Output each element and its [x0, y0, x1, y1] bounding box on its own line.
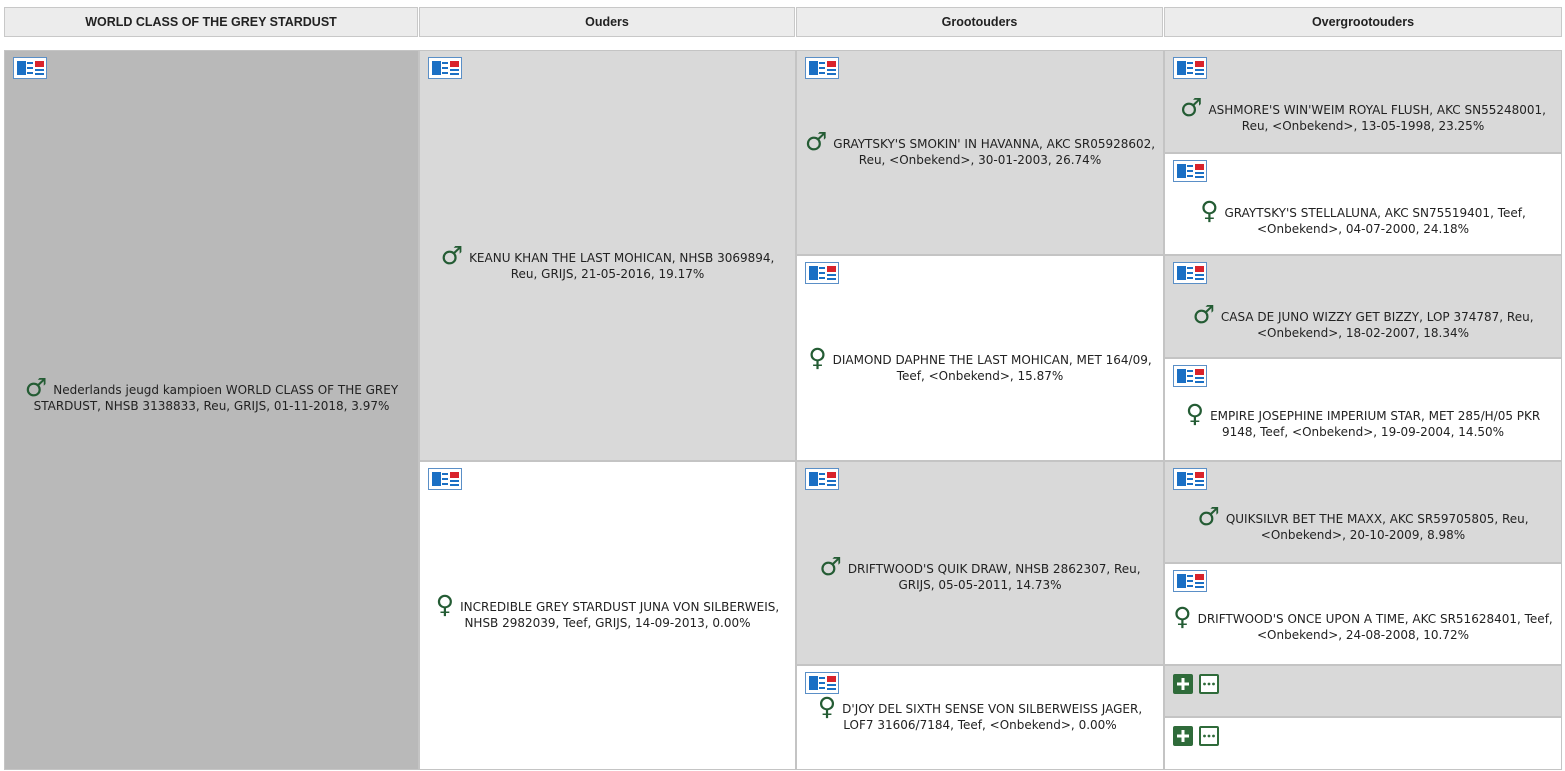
add-controls — [1173, 674, 1219, 694]
subject-cell: ♂ Nederlands jeugd kampioen WORLD CLASS O… — [4, 50, 419, 770]
great-grandparent-cell: ♂ QUIKSILVR BET THE MAXX, AKC SR59705805,… — [1164, 461, 1562, 563]
pedigree-card-icon[interactable] — [13, 57, 47, 79]
male-icon: ♂ — [819, 552, 842, 581]
header-parents: Ouders — [419, 7, 795, 37]
subject-info[interactable]: ♂ Nederlands jeugd kampioen WORLD CLASS O… — [11, 375, 412, 414]
header-grandparents: Grootouders — [796, 7, 1163, 37]
female-icon: ♀ — [808, 343, 827, 372]
add-button[interactable] — [1173, 674, 1193, 694]
more-button[interactable] — [1199, 674, 1219, 694]
male-icon: ♂ — [804, 127, 828, 156]
great-grandparent-empty-cell — [1164, 717, 1562, 770]
great-grandparent-info[interactable]: ♀ DRIFTWOOD'S ONCE UPON A TIME, AKC SR516… — [1171, 604, 1555, 643]
more-icon — [1203, 682, 1215, 686]
plus-icon — [1177, 730, 1189, 742]
male-icon: ♂ — [1180, 93, 1203, 122]
grandparent-cell: ♀ DIAMOND DAPHNE THE LAST MOHICAN, MET 16… — [796, 255, 1164, 461]
pedigree-card-icon[interactable] — [428, 468, 462, 490]
grandparent-info[interactable]: ♀ D'JOY DEL SIXTH SENSE VON SILBERWEISS J… — [803, 694, 1157, 733]
grandparent-cell: ♀ D'JOY DEL SIXTH SENSE VON SILBERWEISS J… — [796, 665, 1164, 770]
pedigree-card-icon[interactable] — [805, 672, 839, 694]
parent-info[interactable]: ♂ KEANU KHAN THE LAST MOHICAN, NHSB 30698… — [426, 243, 789, 282]
female-icon: ♀ — [1173, 602, 1192, 631]
more-icon — [1203, 734, 1215, 738]
great-grandparent-cell: ♀ DRIFTWOOD'S ONCE UPON A TIME, AKC SR516… — [1164, 563, 1562, 665]
parent-info[interactable]: ♀ INCREDIBLE GREY STARDUST JUNA VON SILBE… — [426, 592, 789, 631]
male-icon: ♂ — [1192, 300, 1215, 329]
male-icon: ♂ — [24, 373, 48, 402]
add-controls — [1173, 726, 1219, 746]
great-grandparent-cell: ♂ ASHMORE'S WIN'WEIM ROYAL FLUSH, AKC SN5… — [1164, 50, 1562, 153]
great-grandparent-info[interactable]: ♂ QUIKSILVR BET THE MAXX, AKC SR59705805,… — [1171, 504, 1555, 543]
great-grandparent-info[interactable]: ♀ EMPIRE JOSEPHINE IMPERIUM STAR, MET 285… — [1171, 401, 1555, 440]
add-button[interactable] — [1173, 726, 1193, 746]
male-icon: ♂ — [1197, 502, 1220, 531]
header-subject: WORLD CLASS OF THE GREY STARDUST — [4, 7, 418, 37]
female-icon: ♀ — [817, 692, 837, 721]
great-grandparent-cell: ♀ GRAYTSKY'S STELLALUNA, AKC SN75519401, … — [1164, 153, 1562, 255]
pedigree-card-icon[interactable] — [805, 262, 839, 284]
great-grandparent-info[interactable]: ♂ CASA DE JUNO WIZZY GET BIZZY, LOP 37478… — [1171, 302, 1555, 341]
grandparent-info[interactable]: ♂ DRIFTWOOD'S QUIK DRAW, NHSB 2862307, Re… — [803, 554, 1157, 593]
plus-icon — [1177, 678, 1189, 690]
parent-cell-sire: ♂ KEANU KHAN THE LAST MOHICAN, NHSB 30698… — [419, 50, 796, 461]
pedigree-card-icon[interactable] — [1173, 262, 1207, 284]
pedigree-card-icon[interactable] — [1173, 365, 1207, 387]
pedigree-card-icon[interactable] — [1173, 570, 1207, 592]
pedigree-card-icon[interactable] — [428, 57, 462, 79]
pedigree-card-icon[interactable] — [805, 57, 839, 79]
grandparent-info[interactable]: ♀ DIAMOND DAPHNE THE LAST MOHICAN, MET 16… — [803, 345, 1157, 384]
great-grandparent-empty-cell — [1164, 665, 1562, 717]
male-icon: ♂ — [440, 241, 464, 270]
female-icon: ♀ — [1185, 399, 1205, 428]
grandparent-cell: ♂ GRAYTSKY'S SMOKIN' IN HAVANNA, AKC SR05… — [796, 50, 1164, 255]
grandparent-cell: ♂ DRIFTWOOD'S QUIK DRAW, NHSB 2862307, Re… — [796, 461, 1164, 665]
great-grandparent-info[interactable]: ♀ GRAYTSKY'S STELLALUNA, AKC SN75519401, … — [1171, 198, 1555, 237]
pedigree-card-icon[interactable] — [1173, 57, 1207, 79]
great-grandparent-cell: ♂ CASA DE JUNO WIZZY GET BIZZY, LOP 37478… — [1164, 255, 1562, 358]
female-icon: ♀ — [1200, 196, 1219, 225]
parent-cell-dam: ♀ INCREDIBLE GREY STARDUST JUNA VON SILBE… — [419, 461, 796, 770]
female-icon: ♀ — [435, 590, 455, 619]
grandparent-info[interactable]: ♂ GRAYTSKY'S SMOKIN' IN HAVANNA, AKC SR05… — [803, 129, 1157, 168]
great-grandparent-cell: ♀ EMPIRE JOSEPHINE IMPERIUM STAR, MET 285… — [1164, 358, 1562, 461]
great-grandparent-info[interactable]: ♂ ASHMORE'S WIN'WEIM ROYAL FLUSH, AKC SN5… — [1171, 95, 1555, 134]
header-great-grandparents: Overgrootouders — [1164, 7, 1562, 37]
pedigree-card-icon[interactable] — [1173, 468, 1207, 490]
more-button[interactable] — [1199, 726, 1219, 746]
pedigree-card-icon[interactable] — [805, 468, 839, 490]
pedigree-card-icon[interactable] — [1173, 160, 1207, 182]
